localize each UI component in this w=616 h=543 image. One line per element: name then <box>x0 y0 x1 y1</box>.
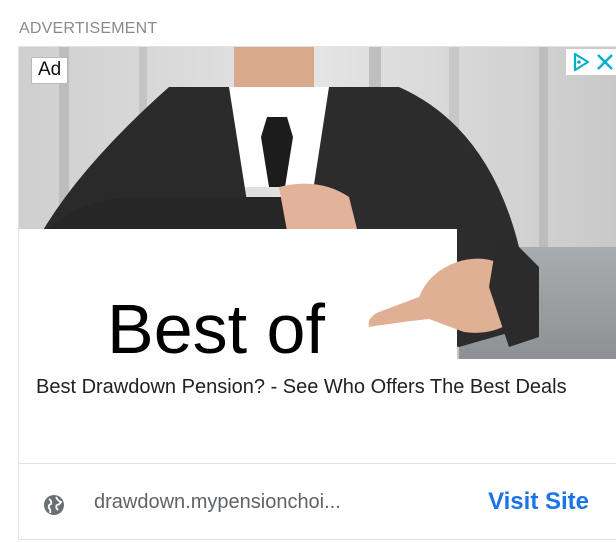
ad-image-text: Best of <box>107 290 325 359</box>
ad-image[interactable]: Best of Ad <box>19 47 616 359</box>
adchoices-icon[interactable] <box>570 51 592 73</box>
ad-domain[interactable]: drawdown.mypensionchoi... <box>94 491 341 514</box>
globe-icon <box>44 495 64 515</box>
visit-site-button[interactable]: Visit Site <box>488 488 589 516</box>
ad-choices[interactable] <box>566 49 616 75</box>
ad-badge: Ad <box>31 57 69 84</box>
advertisement-label: ADVERTISEMENT <box>19 20 158 37</box>
close-icon[interactable] <box>595 52 615 72</box>
ad-image-illustration: Best of <box>19 47 616 359</box>
ad-card[interactable]: Best of Ad Best Drawdown Pension? - See … <box>18 46 616 540</box>
ad-footer[interactable]: drawdown.mypensionchoi... Visit Site <box>19 464 616 539</box>
ad-headline[interactable]: Best Drawdown Pension? - See Who Offers … <box>19 359 616 463</box>
